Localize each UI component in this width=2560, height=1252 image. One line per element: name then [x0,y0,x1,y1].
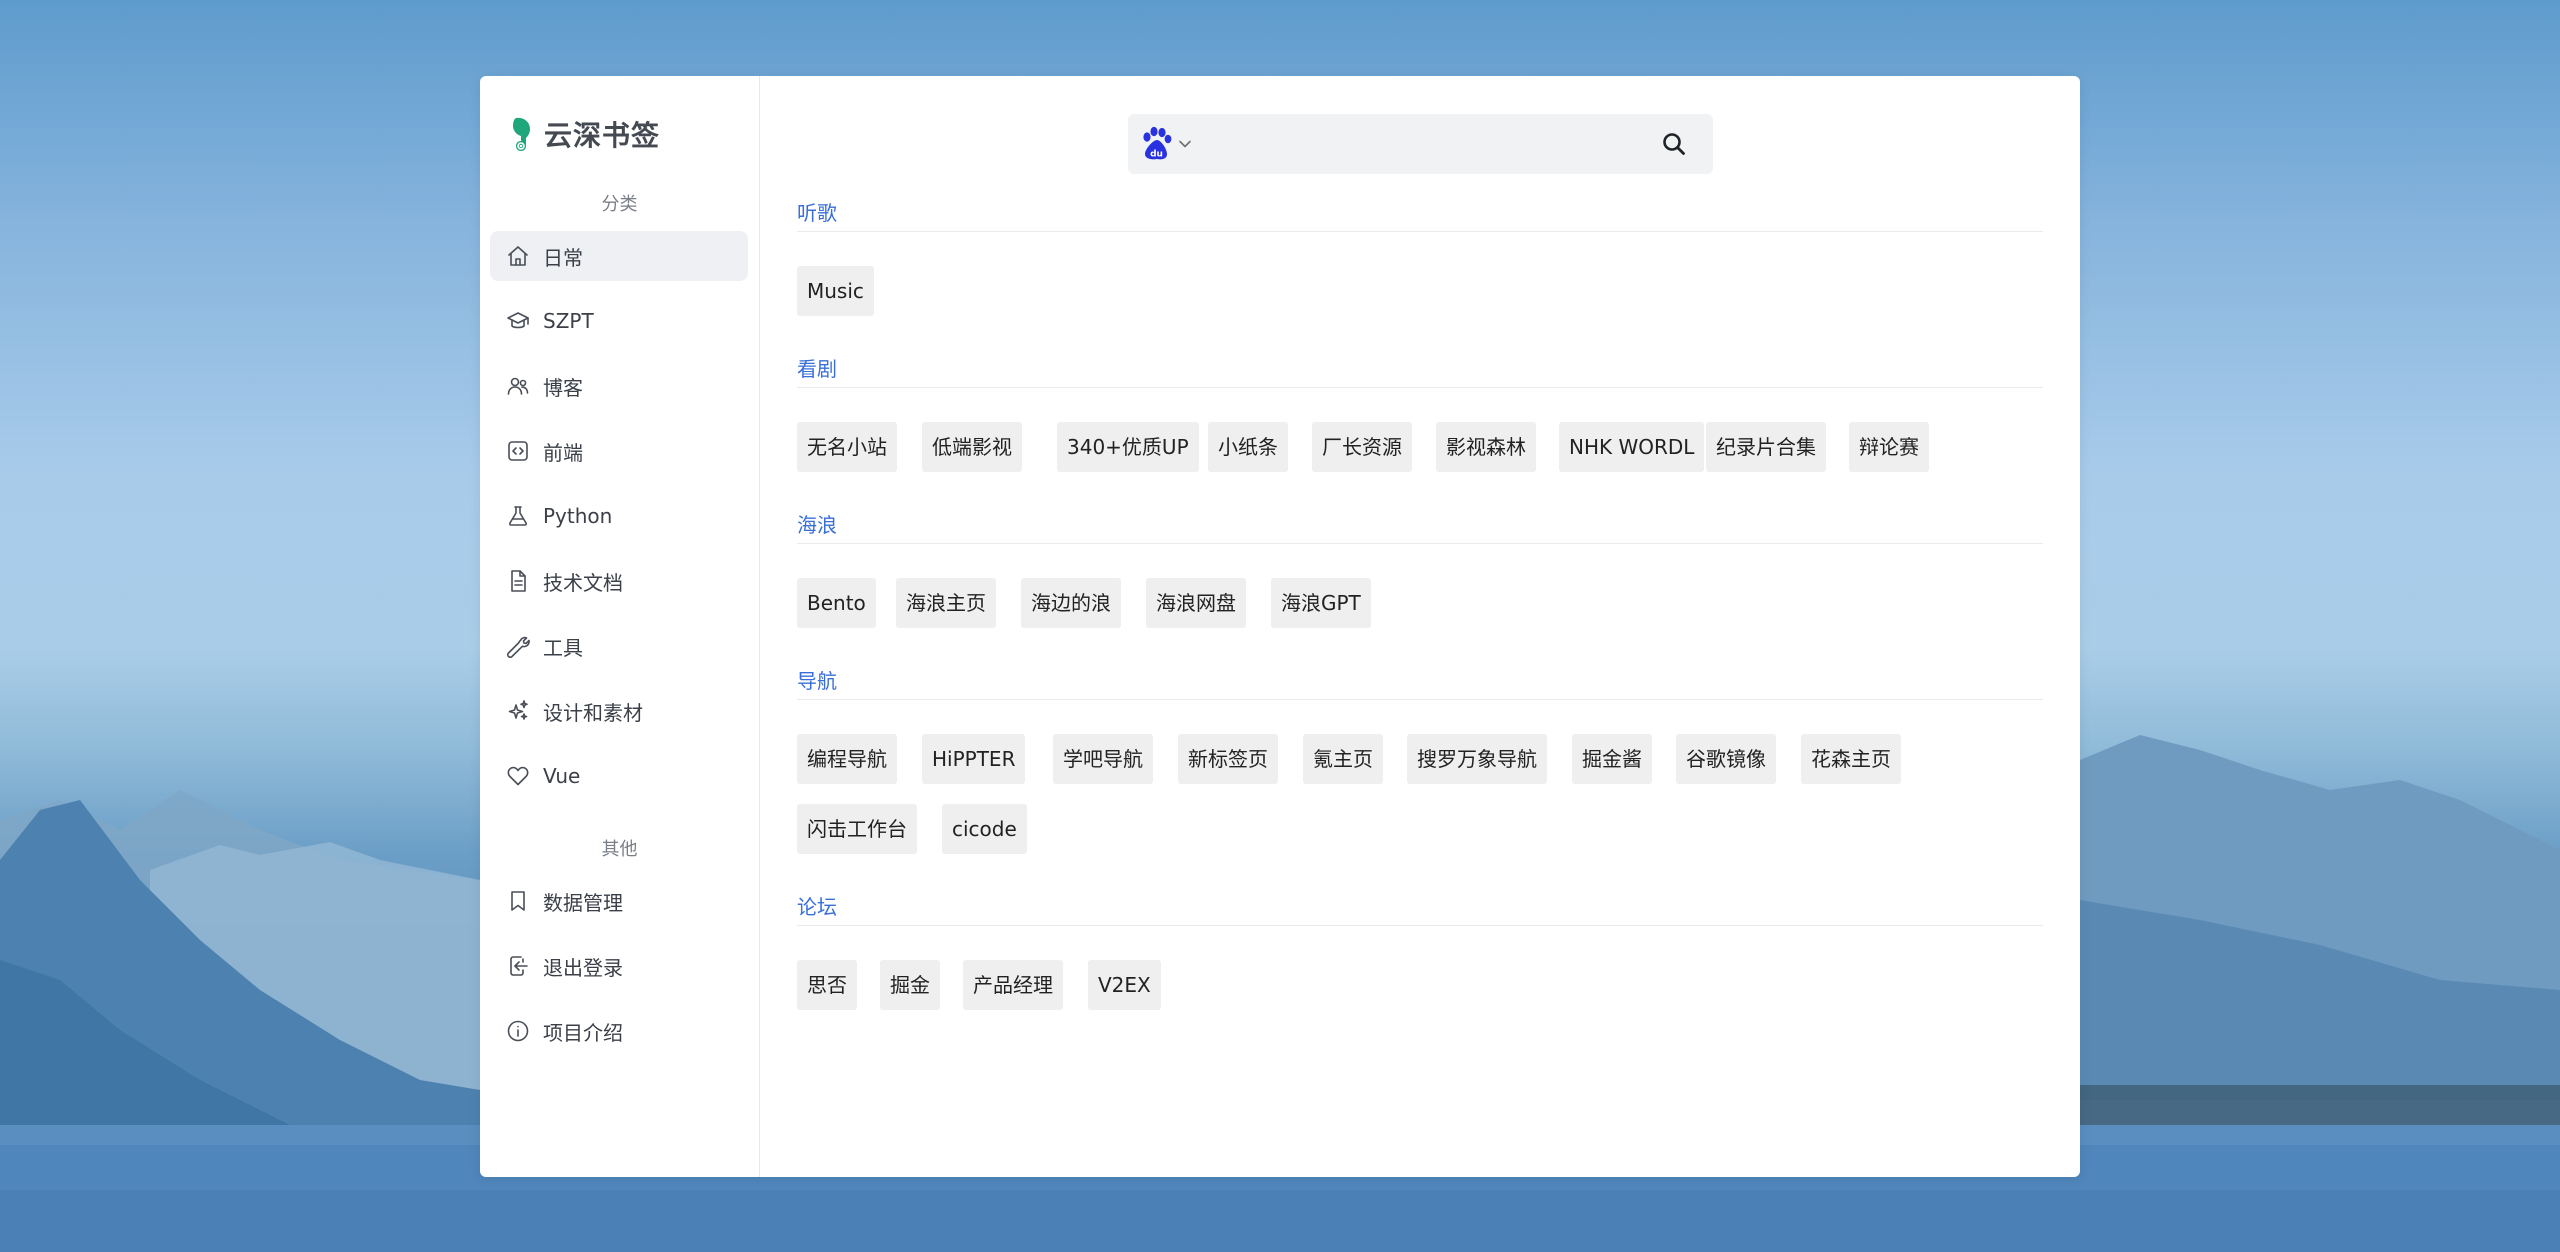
sidebar-item-label: Python [543,504,613,528]
bookmark-link[interactable]: 谷歌镜像 [1676,734,1776,784]
group-title-navigation: 导航 [797,669,2043,700]
bookmark-link[interactable]: Bento [797,578,876,628]
bookmark-icon [505,888,531,914]
sidebar-item-label: SZPT [543,309,594,333]
document-icon [505,568,531,594]
baidu-paw-icon: du [1143,126,1172,160]
bookmark-link[interactable]: NHK WORDL [1559,422,1705,472]
bookmark-link[interactable]: 闪击工作台 [797,804,917,854]
main-content: du 听歌 Music 看剧 无名小站 低端影视 340+优质UP 小纸条 厂长… [760,76,2080,1177]
sidebar-item-label: 工具 [543,635,583,660]
sidebar-item-frontend[interactable]: 前端 [490,426,748,476]
bookmark-link[interactable]: 花森主页 [1801,734,1901,784]
bookmark-link[interactable]: 学吧导航 [1053,734,1153,784]
bookmark-link[interactable]: 辩论赛 [1849,422,1929,472]
bookmark-link[interactable]: 海浪主页 [896,578,996,628]
chevron-down-icon [1179,140,1191,148]
sidebar-item-label: 技术文档 [543,570,623,595]
sidebar-item-tech-docs[interactable]: 技术文档 [490,556,748,606]
bookmark-link[interactable]: 搜罗万象导航 [1407,734,1547,784]
bookmark-link[interactable]: 掘金酱 [1572,734,1652,784]
sidebar-item-logout[interactable]: 退出登录 [490,941,748,991]
sidebar-item-label: 日常 [543,245,583,270]
brand[interactable]: 云深书签 [510,114,660,154]
bookmark-link[interactable]: 低端影视 [922,422,1022,472]
bookmark-link[interactable]: 海边的浪 [1021,578,1121,628]
sidebar-item-python[interactable]: Python [490,491,748,541]
sparkles-icon [505,698,531,724]
flask-icon [505,503,531,529]
logout-icon [505,953,531,979]
search-icon[interactable] [1661,131,1687,157]
group-title-wave: 海浪 [797,513,2043,544]
sidebar-item-tools[interactable]: 工具 [490,621,748,671]
search-engine-selector[interactable]: du [1138,124,1192,164]
main-card: 云深书签 分类 日常 SZPT 博客 前端 Python 技术文档 工具 设计和… [480,76,2080,1177]
svg-text:du: du [1150,150,1163,160]
wrench-icon [505,633,531,659]
bookmark-link[interactable]: 氪主页 [1303,734,1383,784]
bookmark-link[interactable]: 新标签页 [1178,734,1278,784]
bookmark-link[interactable]: 海浪GPT [1271,578,1371,628]
sidebar-item-szpt[interactable]: SZPT [490,296,748,346]
sidebar-item-project-intro[interactable]: 项目介绍 [490,1006,748,1056]
sidebar: 云深书签 分类 日常 SZPT 博客 前端 Python 技术文档 工具 设计和… [480,76,760,1177]
bookmark-link[interactable]: cicode [942,804,1027,854]
bookmark-link[interactable]: 编程导航 [797,734,897,784]
section-title-other: 其他 [601,839,638,860]
code-icon [505,438,531,464]
sidebar-item-label: 项目介绍 [543,1020,623,1045]
bookmark-link[interactable]: 思否 [797,960,857,1010]
group-title-drama: 看剧 [797,357,2043,388]
bookmark-link[interactable]: 纪录片合集 [1706,422,1826,472]
bookmark-link[interactable]: 340+优质UP [1057,422,1199,472]
group-title-forum: 论坛 [797,895,2043,926]
sidebar-item-blog[interactable]: 博客 [490,361,748,411]
sidebar-item-label: 前端 [543,440,583,465]
sidebar-item-label: 设计和素材 [543,700,643,725]
sidebar-item-daily[interactable]: 日常 [490,231,748,281]
sidebar-item-label: Vue [543,764,581,788]
logo-icon [513,117,530,151]
sidebar-item-design[interactable]: 设计和素材 [490,686,748,736]
search-input[interactable] [1208,126,1632,164]
group-title-music: 听歌 [797,201,2043,232]
bookmark-link[interactable]: 小纸条 [1208,422,1288,472]
bookmark-link[interactable]: 海浪网盘 [1146,578,1246,628]
sidebar-item-data-management[interactable]: 数据管理 [490,876,748,926]
bookmark-link[interactable]: V2EX [1088,960,1161,1010]
bookmark-link[interactable]: Music [797,266,874,316]
search-bar: du [1128,114,1713,174]
bookmark-link[interactable]: HiPPTER [922,734,1026,784]
info-icon [505,1018,531,1044]
bookmark-link[interactable]: 产品经理 [963,960,1063,1010]
sidebar-item-label: 退出登录 [543,955,623,980]
sidebar-item-label: 博客 [543,375,583,400]
brand-name: 云深书签 [544,119,661,152]
bookmark-link[interactable]: 无名小站 [797,422,897,472]
sidebar-item-label: 数据管理 [543,890,623,915]
bookmark-link[interactable]: 掘金 [880,960,940,1010]
home-icon [505,243,531,269]
bookmark-link[interactable]: 影视森林 [1436,422,1536,472]
sidebar-item-vue[interactable]: Vue [490,751,748,801]
bookmark-link[interactable]: 厂长资源 [1312,422,1412,472]
section-title-categories: 分类 [601,194,638,215]
users-icon [505,373,531,399]
heart-icon [505,763,531,789]
graduation-cap-icon [505,308,531,334]
